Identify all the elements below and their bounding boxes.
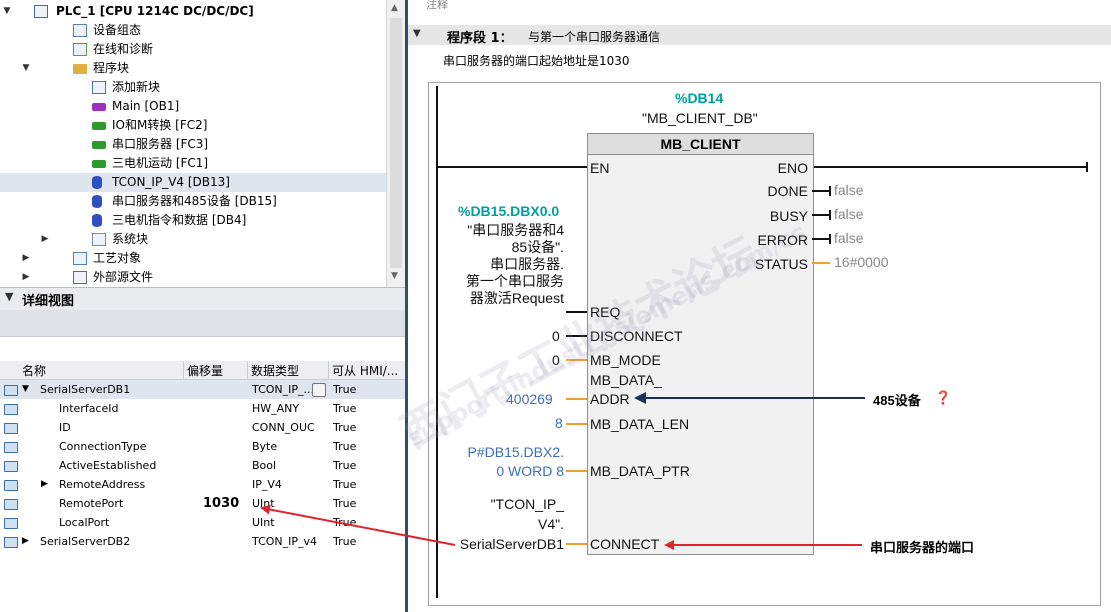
annotation-arrows xyxy=(260,392,865,550)
remoteport-arrow xyxy=(260,504,456,546)
addr-annotation: 485设备 xyxy=(873,393,921,408)
question-icon: ❓ xyxy=(935,390,952,405)
connect-annotation: 串口服务器的端口 xyxy=(870,540,975,555)
